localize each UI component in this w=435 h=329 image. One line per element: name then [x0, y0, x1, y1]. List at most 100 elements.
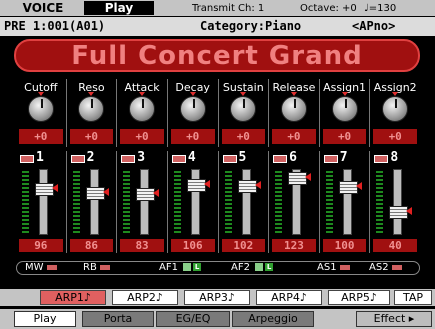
- knob-cell-release[interactable]: Release +0: [269, 79, 320, 147]
- voice-category[interactable]: Category:Piano: [200, 17, 301, 36]
- fader-track[interactable]: [237, 169, 257, 235]
- arp3-button[interactable]: ARP3♪: [184, 290, 250, 305]
- tempo-readout: ♩=130: [364, 3, 397, 14]
- fader-track[interactable]: [136, 169, 156, 235]
- knob-row: Cutoff +0 Reso +0 Attack +0 Decay +0 Sus…: [16, 79, 420, 147]
- af1-latch-icon: L: [193, 263, 202, 271]
- mw-label: MW: [25, 262, 44, 273]
- level-meter: [325, 171, 333, 233]
- knob-cell-sustain[interactable]: Sustain +0: [219, 79, 270, 147]
- voice-subcategory: <APno>: [352, 19, 396, 33]
- mode-voice-label[interactable]: VOICE: [12, 1, 74, 15]
- fader-number: 2: [86, 150, 95, 165]
- tab-arpeggio[interactable]: Arpeggio: [232, 311, 314, 327]
- knob-pointer: [40, 99, 43, 108]
- knob-cell-assign1[interactable]: Assign1 +0: [320, 79, 371, 147]
- rb-label: RB: [83, 262, 97, 273]
- arp4-button[interactable]: ARP4♪: [256, 290, 322, 305]
- fader-track[interactable]: [35, 169, 54, 235]
- assign1-knob[interactable]: [331, 96, 358, 122]
- controller-status-bar: MW RB AF1 L AF2 L AS1 AS2: [16, 261, 420, 275]
- knob-cell-cutoff[interactable]: Cutoff +0: [16, 79, 67, 147]
- knob-value: +0: [373, 129, 417, 144]
- attack-knob[interactable]: [129, 96, 156, 122]
- knob-pointer: [344, 99, 347, 108]
- voice-name-box[interactable]: Full Concert Grand: [14, 39, 420, 72]
- level-meter: [123, 171, 131, 233]
- as1-led: [339, 264, 350, 270]
- knob-cell-decay[interactable]: Decay +0: [168, 79, 219, 147]
- as2-led: [391, 264, 402, 270]
- fader-level-pointer: [203, 180, 210, 188]
- mute-button[interactable]: [374, 155, 389, 163]
- fader-number: 4: [187, 150, 196, 165]
- arp2-button[interactable]: ARP2♪: [112, 290, 178, 305]
- assign2-knob[interactable]: [382, 96, 409, 122]
- fader-level-pointer: [102, 188, 109, 196]
- mute-button[interactable]: [222, 155, 237, 163]
- tap-button[interactable]: TAP: [394, 290, 432, 305]
- fader-cell-4: 4 106: [168, 151, 219, 253]
- fader-track[interactable]: [389, 169, 409, 235]
- arpeggio-button-row: ARP1♪ ARP2♪ ARP3♪ ARP4♪ ARP5♪ TAP: [0, 289, 435, 306]
- mute-button[interactable]: [121, 155, 136, 163]
- voice-number[interactable]: PRE 1:001(A01): [4, 17, 105, 36]
- mute-button[interactable]: [70, 155, 85, 163]
- fader-number: 6: [289, 150, 297, 165]
- tab-play[interactable]: Play: [14, 311, 76, 327]
- tab-eg-eq[interactable]: EG/EQ: [156, 311, 230, 327]
- tab-effect[interactable]: Effect ▸: [356, 311, 432, 327]
- fader-value: 83: [120, 239, 164, 252]
- knob-value: +0: [221, 129, 266, 144]
- tab-bar: Play Porta EG/EQ Arpeggio Effect ▸: [0, 309, 435, 329]
- arp5-button[interactable]: ARP5♪: [328, 290, 390, 305]
- knob-cell-attack[interactable]: Attack +0: [117, 79, 168, 147]
- knob-cell-reso[interactable]: Reso +0: [67, 79, 118, 147]
- level-meter: [275, 171, 283, 233]
- fader-number: 8: [390, 150, 399, 165]
- fader-track[interactable]: [338, 169, 358, 235]
- af1-indicator: AF1 L: [159, 262, 202, 274]
- af2-latch-icon: L: [265, 263, 274, 271]
- knob-pointer: [192, 99, 195, 108]
- fader-value: 106: [170, 239, 215, 252]
- sustain-knob[interactable]: [230, 96, 257, 122]
- arp1-button[interactable]: ARP1♪: [40, 290, 106, 305]
- knob-pointer: [142, 99, 145, 108]
- reso-knob[interactable]: [78, 96, 105, 122]
- fader-level-pointer: [305, 173, 312, 181]
- mute-button[interactable]: [273, 155, 288, 163]
- fader-number: 5: [238, 150, 247, 165]
- fader-cell-7: 7 100: [320, 151, 371, 253]
- fader-level-pointer: [355, 182, 362, 190]
- as2-label: AS2: [369, 262, 389, 273]
- release-knob[interactable]: [280, 96, 307, 122]
- fader-value: 40: [373, 239, 417, 252]
- rb-indicator: RB: [83, 262, 110, 274]
- as1-label: AS1: [317, 262, 337, 273]
- knob-pointer: [395, 99, 398, 108]
- decay-knob[interactable]: [179, 96, 206, 122]
- fader-track[interactable]: [186, 169, 206, 235]
- transmit-channel: Transmit Ch: 1: [192, 3, 265, 14]
- cutoff-knob[interactable]: [27, 96, 54, 122]
- knob-cell-assign2[interactable]: Assign2 +0: [370, 79, 420, 147]
- fader-level-pointer: [406, 207, 413, 215]
- knob-pointer: [293, 99, 296, 108]
- tab-porta[interactable]: Porta: [82, 311, 154, 327]
- af1-status-icon: [183, 263, 192, 271]
- level-meter: [376, 171, 384, 233]
- fader-number: 3: [137, 150, 146, 165]
- mute-button[interactable]: [171, 155, 186, 163]
- af1-label: AF1: [159, 262, 178, 273]
- fader-track[interactable]: [85, 169, 105, 235]
- submode-play-label[interactable]: Play: [84, 1, 154, 15]
- as1-indicator: AS1: [317, 262, 350, 274]
- fader-value: 86: [69, 239, 114, 252]
- fader-cell-8: 8 40: [370, 151, 420, 253]
- mw-led: [46, 264, 57, 270]
- mute-button[interactable]: [20, 155, 34, 163]
- fader-track[interactable]: [288, 169, 308, 235]
- fader-level-pointer: [52, 184, 58, 192]
- mute-button[interactable]: [323, 155, 338, 163]
